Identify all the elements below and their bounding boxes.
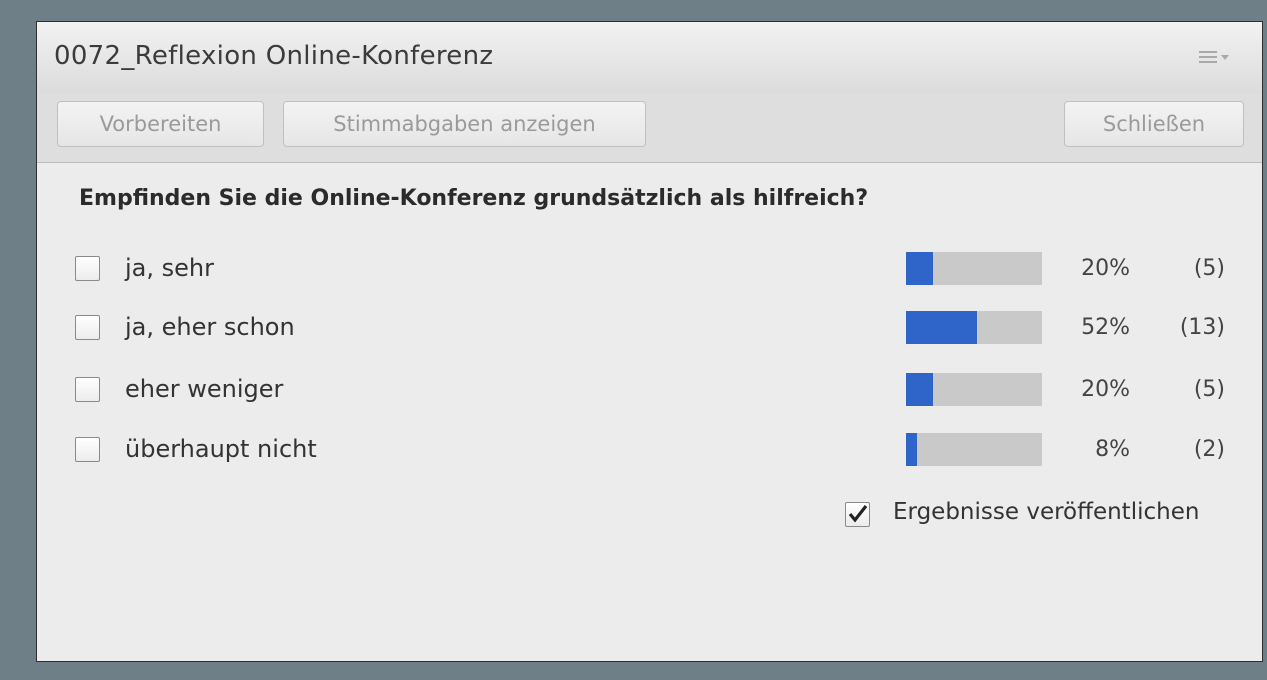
toolbar: Vorbereiten Stimmabgaben anzeigen Schlie…: [37, 93, 1262, 163]
option-checkbox[interactable]: [75, 315, 100, 340]
option-percent: 20%: [1081, 377, 1130, 402]
show-votes-button[interactable]: Stimmabgaben anzeigen: [283, 101, 646, 147]
result-bar-fill: [906, 373, 934, 406]
poll-question: Empfinden Sie die Online-Konferenz grund…: [79, 186, 869, 211]
option-percent: 52%: [1081, 315, 1130, 340]
option-row: eher weniger 20% (5): [37, 371, 1262, 411]
option-row: ja, eher schon 52% (13): [37, 309, 1262, 349]
option-checkbox[interactable]: [75, 377, 100, 402]
option-row: ja, sehr 20% (5): [37, 250, 1262, 290]
option-checkbox[interactable]: [75, 437, 100, 462]
result-bar: [906, 252, 1042, 285]
option-label: ja, sehr: [125, 254, 214, 282]
result-bar-fill: [906, 433, 917, 466]
option-count: (5): [1193, 256, 1225, 281]
option-label: eher weniger: [125, 375, 284, 403]
option-count: (13): [1179, 315, 1225, 340]
option-label: ja, eher schon: [125, 313, 295, 341]
publish-results-checkbox[interactable]: [845, 502, 870, 527]
result-bar: [906, 433, 1042, 466]
option-row: überhaupt nicht 8% (2): [37, 431, 1262, 471]
hamburger-menu-icon[interactable]: [1199, 49, 1231, 67]
poll-panel: 0072_Reflexion Online-Konferenz Vorberei…: [36, 21, 1263, 662]
result-bar-fill: [906, 252, 934, 285]
option-checkbox[interactable]: [75, 256, 100, 281]
result-bar: [906, 311, 1042, 344]
result-bar-fill: [906, 311, 977, 344]
close-button[interactable]: Schließen: [1064, 101, 1244, 147]
title-bar: 0072_Reflexion Online-Konferenz: [37, 22, 1262, 94]
option-count: (2): [1193, 437, 1225, 462]
checkmark-icon: [848, 505, 868, 523]
option-label: überhaupt nicht: [125, 435, 317, 463]
result-bar: [906, 373, 1042, 406]
poll-title: 0072_Reflexion Online-Konferenz: [54, 41, 494, 71]
option-percent: 8%: [1095, 437, 1130, 462]
option-count: (5): [1193, 377, 1225, 402]
publish-results-label: Ergebnisse veröffentlichen: [893, 499, 1200, 525]
prepare-button[interactable]: Vorbereiten: [57, 101, 264, 147]
option-percent: 20%: [1081, 256, 1130, 281]
